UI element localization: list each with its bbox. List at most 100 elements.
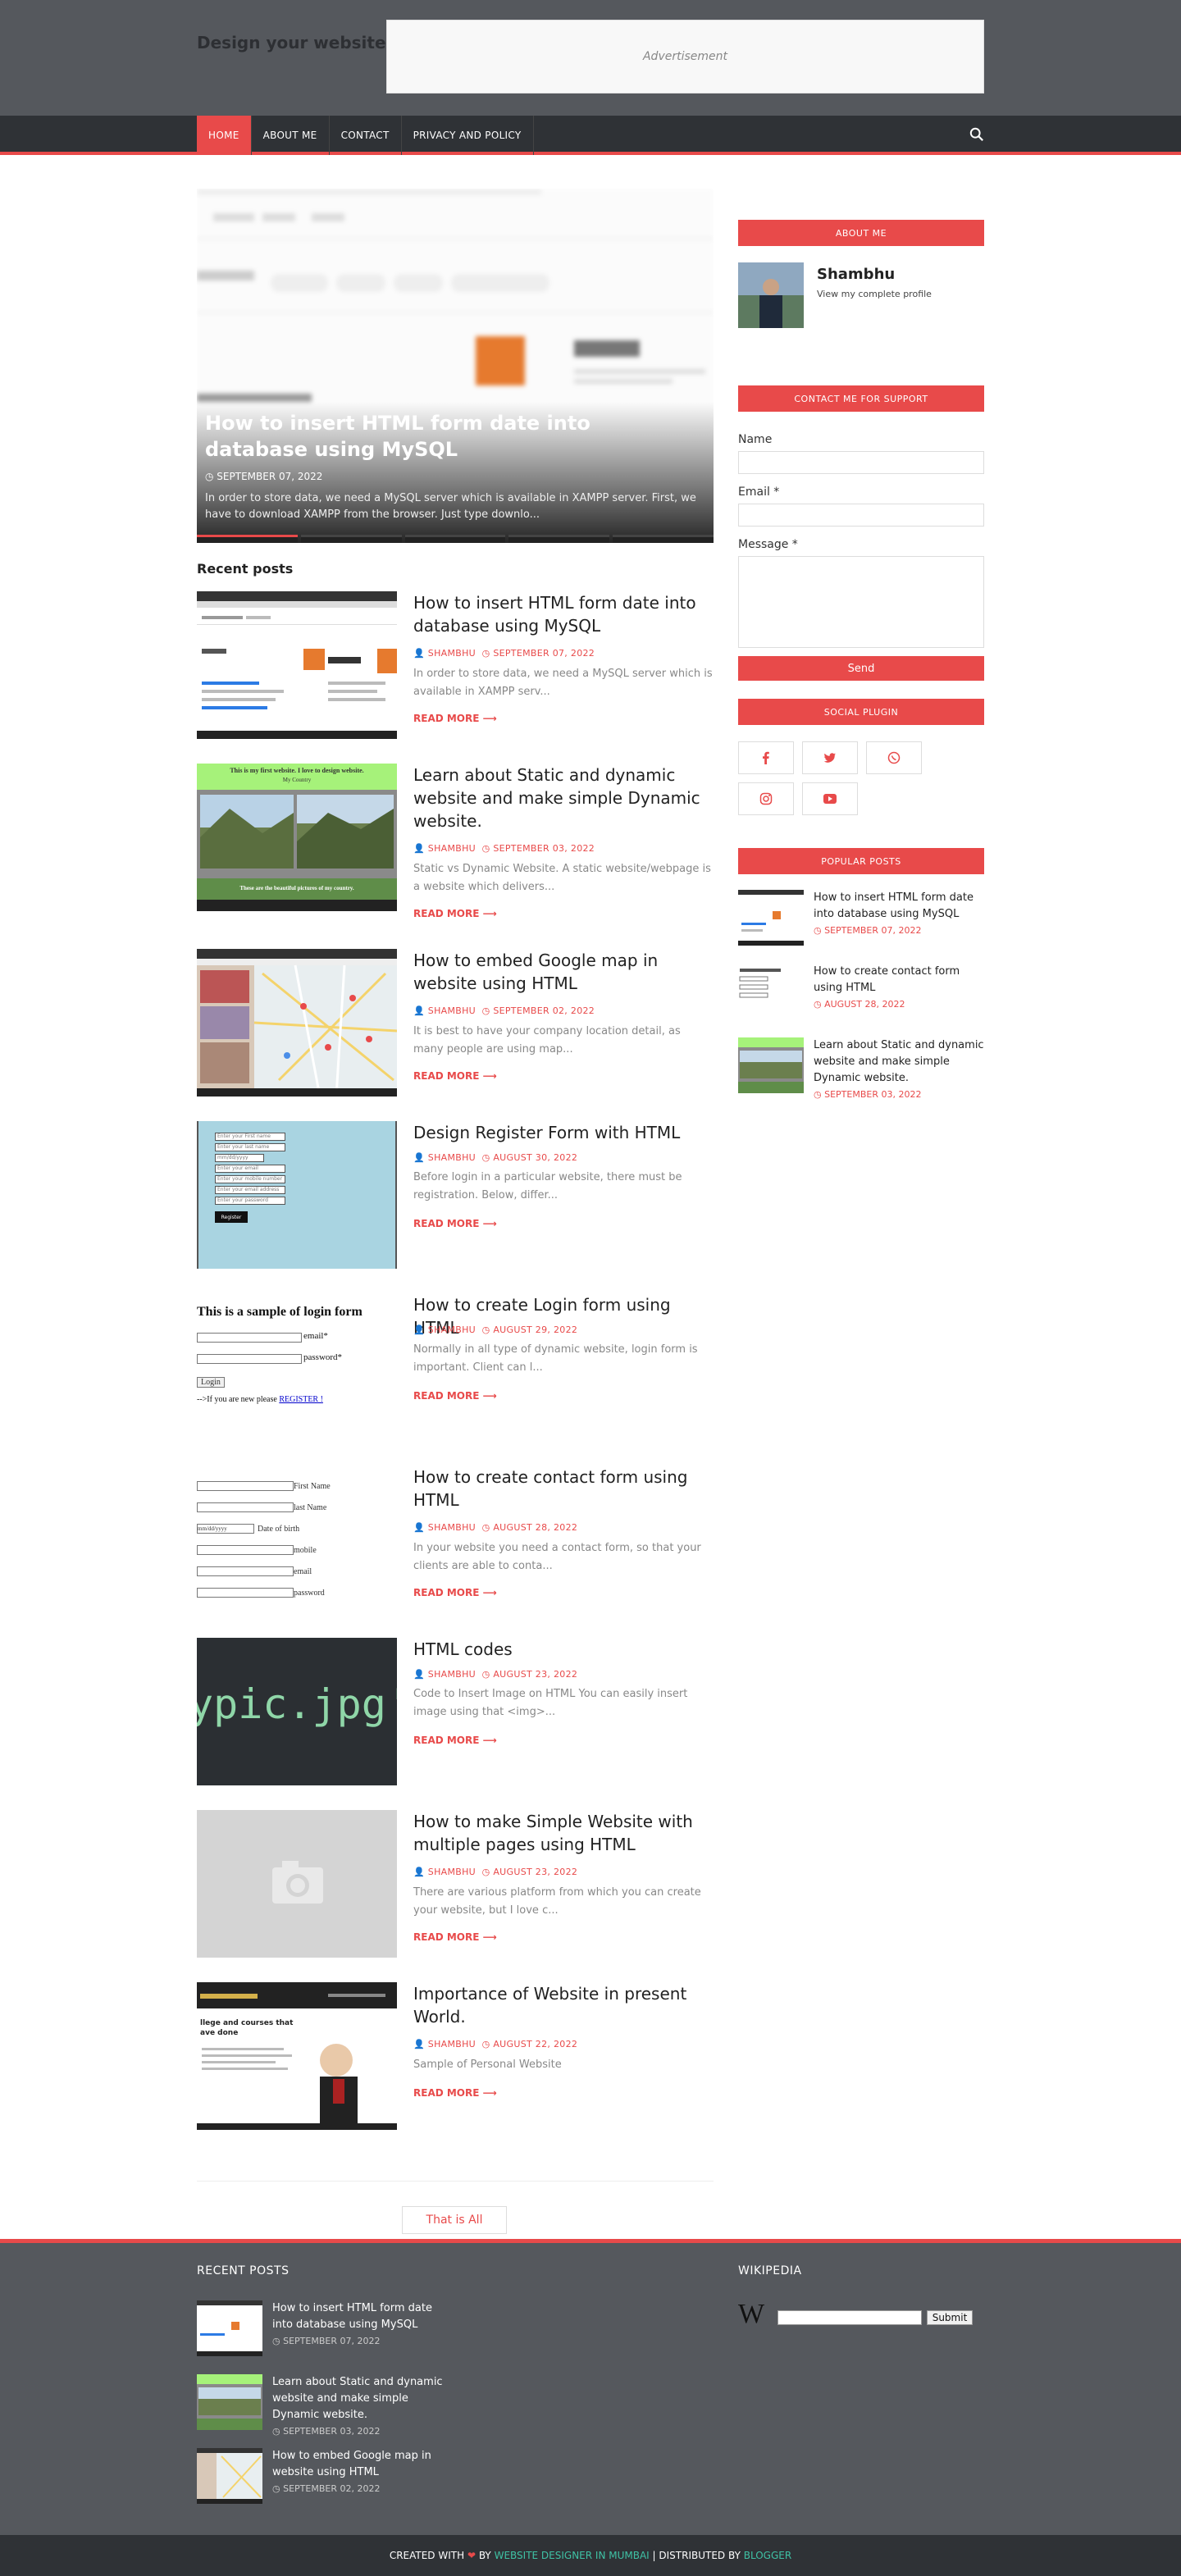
- register-field: Enter your email: [215, 1165, 285, 1173]
- post-title[interactable]: Importance of Website in present World.: [413, 1982, 714, 2028]
- nav-item-home[interactable]: HOME: [197, 116, 252, 155]
- footer-post-thumbnail[interactable]: [197, 2448, 262, 2504]
- post-title[interactable]: How to create contact form using HTML: [413, 1466, 714, 1511]
- credit-designer-link[interactable]: WEBSITE DESIGNER IN MUMBAI: [495, 2550, 650, 2561]
- featured-slider[interactable]: How to insert HTML form date into databa…: [197, 189, 714, 543]
- register-field: Enter your last name: [215, 1143, 285, 1151]
- post-author[interactable]: SHAMBHU: [428, 1522, 476, 1533]
- instagram-icon[interactable]: [738, 782, 794, 815]
- read-more-link[interactable]: READ MORE ⟶: [413, 1931, 497, 1943]
- popular-thumbnail[interactable]: [738, 1037, 804, 1093]
- post-thumbnail[interactable]: [197, 591, 397, 739]
- recent-posts-heading: Recent posts: [197, 561, 294, 577]
- popular-thumbnail[interactable]: [738, 890, 804, 946]
- footer-post-title[interactable]: How to embed Google map in website using…: [272, 2448, 445, 2481]
- post-thumbnail[interactable]: [197, 1810, 397, 1958]
- slider-dot[interactable]: [404, 535, 506, 543]
- post-thumbnail[interactable]: llege and courses that ave done: [197, 1982, 397, 2130]
- post-author[interactable]: SHAMBHU: [428, 1005, 476, 1016]
- popular-title[interactable]: Learn about Static and dynamic website a…: [814, 1037, 984, 1087]
- popular-thumbnail[interactable]: [738, 964, 804, 1019]
- footer-post-title[interactable]: How to insert HTML form date into databa…: [272, 2300, 445, 2333]
- post-author[interactable]: SHAMBHU: [428, 1324, 476, 1335]
- login-sample-label: password*: [303, 1352, 343, 1362]
- post-title[interactable]: Design Register Form with HTML: [413, 1121, 714, 1144]
- read-more-link[interactable]: READ MORE ⟶: [413, 1218, 497, 1229]
- post-title[interactable]: Learn about Static and dynamic website a…: [413, 764, 714, 832]
- slider-dot[interactable]: [197, 535, 298, 543]
- post-thumbnail[interactable]: Enter your First name Enter your last na…: [197, 1121, 397, 1269]
- post-author[interactable]: SHAMBHU: [428, 1152, 476, 1163]
- nav-item-about[interactable]: ABOUT ME: [252, 116, 330, 155]
- slider-dot[interactable]: [508, 535, 610, 543]
- nav-item-privacy[interactable]: PRIVACY AND POLICY: [402, 116, 534, 155]
- wikipedia-search-input[interactable]: [777, 2310, 922, 2325]
- post-author[interactable]: SHAMBHU: [428, 843, 476, 854]
- post-excerpt: In your website you need a contact form,…: [413, 1542, 701, 1572]
- slider-title[interactable]: How to insert HTML form date into databa…: [205, 410, 697, 463]
- post-excerpt: Sample of Personal Website: [413, 2059, 562, 2071]
- facebook-icon[interactable]: [738, 741, 794, 774]
- post-title[interactable]: How to insert HTML form date into databa…: [413, 591, 714, 637]
- profile-link[interactable]: View my complete profile: [817, 289, 932, 299]
- site-title[interactable]: Design your website: [197, 33, 386, 52]
- read-more-link[interactable]: READ MORE ⟶: [413, 2087, 497, 2099]
- read-more-link[interactable]: READ MORE ⟶: [413, 1390, 497, 1402]
- read-more-link[interactable]: READ MORE ⟶: [413, 1587, 497, 1598]
- advertisement-box[interactable]: Advertisement: [386, 20, 984, 93]
- twitter-icon[interactable]: [802, 741, 858, 774]
- contact-sample-date: mm/dd/yyyy: [197, 1524, 254, 1534]
- footer-post-date-text: SEPTEMBER 03, 2022: [283, 2426, 381, 2437]
- post-excerpt: It is best to have your company location…: [413, 1025, 681, 1055]
- pager-button[interactable]: That is All: [402, 2206, 507, 2234]
- post-excerpt: Normally in all type of dynamic website,…: [413, 1343, 698, 1374]
- post-thumbnail[interactable]: [197, 949, 397, 1097]
- credit-bar: CREATED WITH ❤ BY WEBSITE DESIGNER IN MU…: [0, 2535, 1181, 2576]
- post-thumbnail[interactable]: This is a sample of login form email* pa…: [197, 1293, 397, 1441]
- name-field[interactable]: [738, 451, 984, 474]
- nav-item-contact[interactable]: CONTACT: [330, 116, 402, 155]
- read-more-link[interactable]: READ MORE ⟶: [413, 1735, 497, 1746]
- footer-post-thumbnail[interactable]: [197, 2374, 262, 2430]
- post-item: How to make Simple Website with multiple…: [197, 1810, 714, 1958]
- footer-post-title[interactable]: Learn about Static and dynamic website a…: [272, 2374, 445, 2423]
- wikipedia-submit-button[interactable]: Submit: [927, 2310, 973, 2325]
- post-thumbnail[interactable]: First Name last Name mm/dd/yyyy Date of b…: [197, 1466, 397, 1613]
- name-label: Name: [738, 433, 773, 446]
- read-more-link[interactable]: READ MORE ⟶: [413, 1070, 497, 1082]
- message-field[interactable]: [738, 556, 984, 648]
- credit-blogger-link[interactable]: BLOGGER: [744, 2550, 791, 2561]
- whatsapp-icon[interactable]: [866, 741, 922, 774]
- post-title[interactable]: How to make Simple Website with multiple…: [413, 1810, 714, 1856]
- footer-post-thumbnail[interactable]: [197, 2300, 262, 2356]
- read-more-link[interactable]: READ MORE ⟶: [413, 713, 497, 724]
- youtube-icon[interactable]: [802, 782, 858, 815]
- post-title[interactable]: HTML codes: [413, 1638, 714, 1661]
- post-item: How to insert HTML form date into databa…: [197, 591, 714, 739]
- search-icon[interactable]: [969, 127, 984, 142]
- post-thumbnail[interactable]: ypic.jpg': [197, 1638, 397, 1785]
- email-field[interactable]: [738, 504, 984, 527]
- social-widget: SOCIAL PLUGIN: [738, 699, 984, 815]
- popular-title[interactable]: How to create contact form using HTML: [814, 964, 984, 996]
- slider-dot[interactable]: [300, 535, 402, 543]
- popular-title[interactable]: How to insert HTML form date into databa…: [814, 890, 984, 923]
- footer-post-date: ◷ SEPTEMBER 03, 2022: [272, 2426, 381, 2437]
- credit-distributed: | DISTRIBUTED BY: [652, 2550, 741, 2561]
- post-author[interactable]: SHAMBHU: [428, 2039, 476, 2049]
- post-thumbnail[interactable]: This is my first website. I love to desi…: [197, 764, 397, 911]
- slider-dots: [197, 535, 714, 543]
- post-meta: 👤 SHAMBHU ◷ AUGUST 23, 2022: [413, 1867, 578, 1877]
- author-name[interactable]: Shambhu: [817, 266, 895, 283]
- post-author[interactable]: SHAMBHU: [428, 1669, 476, 1680]
- send-button[interactable]: Send: [738, 656, 984, 681]
- avatar[interactable]: [738, 262, 804, 328]
- personal-site-screenshot: [197, 1982, 397, 2130]
- login-sample-field: [197, 1333, 302, 1343]
- post-author[interactable]: SHAMBHU: [428, 1867, 476, 1877]
- post-author[interactable]: SHAMBHU: [428, 648, 476, 659]
- read-more-link[interactable]: READ MORE ⟶: [413, 908, 497, 919]
- contact-sample-label: First Name: [294, 1481, 331, 1491]
- slider-dot[interactable]: [613, 535, 714, 543]
- post-title[interactable]: How to embed Google map in website using…: [413, 949, 714, 995]
